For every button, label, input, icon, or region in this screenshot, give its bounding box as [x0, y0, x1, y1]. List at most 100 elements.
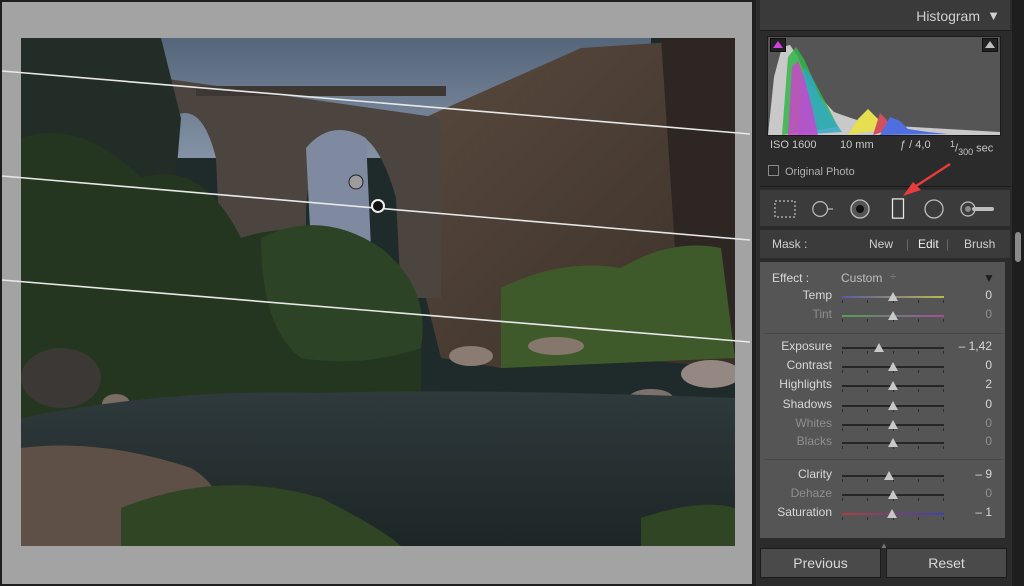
slider-tick	[918, 319, 919, 322]
effect-label: Effect :	[772, 271, 810, 285]
shadows-slider-thumb[interactable]	[888, 401, 898, 410]
slider-tick	[867, 409, 868, 412]
previous-button[interactable]: Previous	[760, 548, 881, 578]
contrast-slider-thumb[interactable]	[888, 362, 898, 371]
slider-tick	[867, 446, 868, 449]
blacks-slider-thumb[interactable]	[888, 438, 898, 447]
annotation-arrow-icon	[903, 162, 951, 196]
dehaze-value[interactable]: 0	[952, 486, 992, 500]
mask-new-button[interactable]: New	[869, 237, 893, 251]
collapse-triangle-icon[interactable]: ▼	[987, 8, 1000, 23]
divider	[760, 186, 1010, 187]
temp-slider-thumb[interactable]	[888, 292, 898, 301]
original-photo-checkbox[interactable]	[768, 165, 779, 176]
histogram-title: Histogram	[916, 8, 980, 24]
slider-tick	[918, 351, 919, 354]
slider-tick	[918, 517, 919, 520]
slider-tick	[867, 428, 868, 431]
saturation-slider-thumb[interactable]	[887, 509, 897, 518]
spot-removal-icon[interactable]	[810, 198, 834, 220]
panel-end-triangle-icon: ▲	[880, 541, 888, 550]
mask-brush-button[interactable]: Brush	[964, 237, 995, 251]
clarity-value[interactable]: – 9	[952, 467, 992, 481]
slider-tick	[943, 370, 944, 373]
saturation-value[interactable]: – 1	[952, 505, 992, 519]
slider-tick	[867, 517, 868, 520]
radial-filter-icon[interactable]	[922, 198, 946, 220]
slider-tick	[943, 300, 944, 303]
dehaze-label: Dehaze	[790, 486, 832, 500]
saturation-label: Saturation	[777, 505, 832, 519]
tint-slider-thumb[interactable]	[888, 311, 898, 320]
slider-tick	[842, 479, 843, 482]
slider-tick	[918, 479, 919, 482]
slider-tick	[918, 446, 919, 449]
effect-menu-triangle-icon[interactable]: ▼	[983, 271, 995, 285]
shadows-label: Shadows	[782, 397, 832, 411]
dehaze-slider-thumb[interactable]	[888, 490, 898, 499]
slider-tick	[842, 351, 843, 354]
slider-tick	[893, 351, 894, 354]
slider-tick	[842, 300, 843, 303]
slider-tick	[943, 319, 944, 322]
tint-value[interactable]: 0	[952, 307, 992, 321]
slider-tick	[943, 389, 944, 392]
mask-label: Mask :	[772, 237, 808, 251]
contrast-label: Contrast	[786, 358, 832, 372]
shadow-clipping-button[interactable]	[770, 38, 786, 52]
slider-tick	[842, 389, 843, 392]
clarity-slider-thumb[interactable]	[884, 471, 894, 480]
slider-tick	[867, 300, 868, 303]
slider-tick	[842, 409, 843, 412]
exposure-slider-thumb[interactable]	[874, 343, 884, 352]
highlight-clipping-button[interactable]	[982, 38, 998, 52]
aperture-readout: ƒ / 4,0	[900, 139, 931, 151]
blacks-value[interactable]: 0	[952, 434, 992, 448]
shutter-denominator: 300	[958, 146, 974, 157]
mask-edit-button[interactable]: Edit	[918, 237, 939, 251]
slider-tick	[842, 428, 843, 431]
photo[interactable]	[21, 38, 735, 546]
panel-scroll-thumb[interactable]	[1015, 232, 1021, 262]
slider-tick	[918, 498, 919, 501]
effect-preset-dropdown[interactable]: Custom	[841, 271, 882, 285]
original-photo-label: Original Photo	[785, 166, 855, 178]
graduated-filter-icon[interactable]	[886, 198, 910, 220]
whites-value[interactable]: 0	[952, 416, 992, 430]
original-photo-toggle[interactable]: Original Photo	[768, 165, 855, 178]
crop-overlay-icon[interactable]	[773, 198, 797, 220]
highlights-value[interactable]: 2	[952, 377, 992, 391]
exposure-value[interactable]: – 1,42	[952, 339, 992, 353]
histogram-header[interactable]: Histogram ▼	[760, 0, 1010, 31]
iso-readout: ISO 1600	[770, 139, 817, 151]
shadows-value[interactable]: 0	[952, 397, 992, 411]
slider-tick	[918, 370, 919, 373]
slider-tick	[943, 409, 944, 412]
contrast-value[interactable]: 0	[952, 358, 992, 372]
slider-tick	[943, 517, 944, 520]
slider-tick	[943, 446, 944, 449]
slider-tick	[842, 446, 843, 449]
slider-tick	[943, 428, 944, 431]
exposure-label: Exposure	[781, 339, 832, 353]
exposure-slider[interactable]	[842, 347, 944, 349]
slider-tick	[943, 479, 944, 482]
whites-label: Whites	[795, 416, 832, 430]
adjustment-brush-icon[interactable]	[958, 198, 998, 220]
slider-tick	[867, 319, 868, 322]
mask-separator: |	[906, 237, 910, 251]
temp-value[interactable]: 0	[952, 288, 992, 302]
whites-slider-thumb[interactable]	[888, 420, 898, 429]
red-eye-icon[interactable]	[848, 198, 872, 220]
blacks-label: Blacks	[796, 434, 832, 448]
histogram-graph	[767, 36, 1001, 136]
panel-scrollbar[interactable]	[1012, 0, 1024, 586]
shutter-numerator: 1	[950, 139, 956, 149]
photo-render	[21, 38, 735, 546]
highlights-label: Highlights	[779, 377, 832, 391]
slider-tick	[867, 351, 868, 354]
highlights-slider-thumb[interactable]	[888, 381, 898, 390]
reset-button[interactable]: Reset	[886, 548, 1007, 578]
effect-stepper-icon[interactable]: ÷	[890, 271, 896, 283]
tint-label: Tint	[812, 307, 832, 321]
